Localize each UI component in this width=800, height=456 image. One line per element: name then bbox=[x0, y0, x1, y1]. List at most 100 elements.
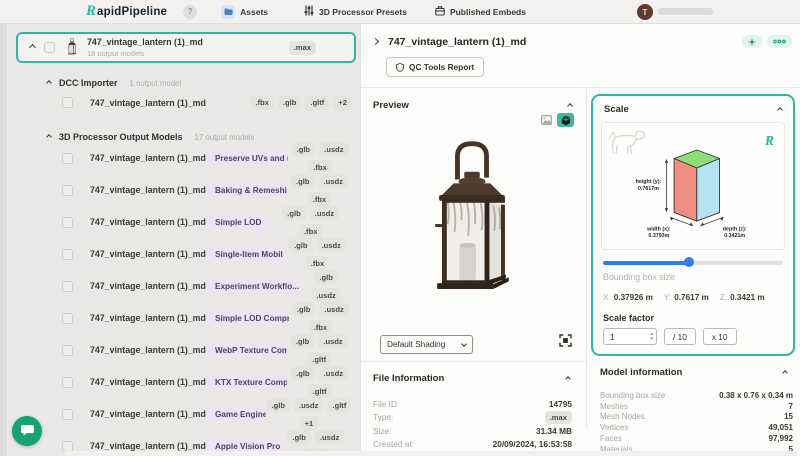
collapse-chevron-icon[interactable] bbox=[565, 375, 571, 382]
row-checkbox[interactable] bbox=[62, 344, 73, 356]
asset-row[interactable]: 747_vintage_lantern (1)_md .fbx .glb .gltf +… bbox=[0, 88, 360, 117]
collapse-chevron-icon[interactable] bbox=[567, 102, 573, 109]
asset-row[interactable]: 747_vintage_lantern (1)_md KTX Texture Co… bbox=[0, 366, 360, 398]
group-header-dcc-importer[interactable]: DCC Importer 1 output model bbox=[0, 78, 360, 88]
asset-row[interactable]: 747_vintage_lantern (1)_md Single-Item Mo… bbox=[0, 238, 360, 270]
collapse-chevron-icon[interactable] bbox=[777, 106, 783, 113]
row-checkbox[interactable] bbox=[62, 184, 73, 196]
shading-mode-select[interactable]: Default Shading bbox=[380, 335, 473, 354]
preview-label: Preview bbox=[373, 100, 409, 111]
collapse-chevron-icon[interactable] bbox=[46, 80, 52, 86]
asset-row[interactable]: 747_vintage_lantern (1)_md Simple LOD .glb… bbox=[0, 206, 360, 238]
scale-factor-input[interactable] bbox=[610, 331, 644, 342]
model-info-row: Mesh Nodes 15 bbox=[600, 412, 793, 423]
format-badge: .usdz bbox=[314, 430, 345, 444]
asset-row[interactable]: 747_vintage_lantern (1)_md Experiment Wor… bbox=[0, 270, 360, 302]
row-checkbox[interactable] bbox=[62, 216, 73, 228]
model-info-row: Faces 97,992 bbox=[600, 433, 793, 444]
collapse-chevron-icon[interactable] bbox=[46, 134, 52, 140]
format-badge: .usdz bbox=[318, 334, 348, 348]
detail-actions bbox=[742, 35, 792, 48]
nav-tab-3d-processor-presets[interactable]: 3D Processor Presets bbox=[304, 5, 407, 18]
detail-columns: Preview Default Shading File Information… bbox=[361, 88, 800, 456]
file-information-section: File Information File ID: 14795 Type: .max S… bbox=[361, 361, 586, 451]
model-info-header[interactable]: Model information bbox=[600, 367, 793, 378]
embed-icon bbox=[435, 5, 445, 18]
nav-assets-label: Assets bbox=[240, 6, 269, 17]
collapse-chevron-icon[interactable] bbox=[782, 369, 788, 376]
row-checkbox[interactable] bbox=[62, 408, 73, 420]
nav-presets-label: 3D Processor Presets bbox=[319, 6, 407, 17]
fullscreen-button[interactable] bbox=[559, 334, 572, 352]
collapse-chevron-icon[interactable] bbox=[28, 43, 37, 52]
divide-by-10-button[interactable]: / 10 bbox=[664, 328, 696, 345]
stepper-down-icon[interactable]: ▼ bbox=[650, 336, 654, 342]
workflow-tag: Preserve UVs and N... bbox=[206, 150, 289, 166]
more-options-button[interactable] bbox=[767, 35, 792, 48]
rapidpipeline-app: RapidPipeline ? Assets 3D Processor Pres… bbox=[0, 0, 800, 456]
scale-slider[interactable] bbox=[601, 257, 785, 267]
lantern-3d-preview bbox=[409, 135, 535, 319]
row-checkbox[interactable] bbox=[62, 248, 73, 260]
asset-row[interactable]: 747_vintage_lantern (1)_md Game Engine .gl… bbox=[0, 398, 360, 430]
scale-section-header[interactable]: Scale bbox=[601, 104, 785, 115]
format-badge: .fbx bbox=[250, 95, 274, 110]
nav-tab-assets[interactable]: Assets bbox=[221, 4, 269, 19]
asset-detail-panel: 747_vintage_lantern (1)_md QC Tools Repo… bbox=[360, 24, 800, 456]
help-button[interactable]: ? bbox=[183, 4, 198, 19]
asset-row[interactable]: 747_vintage_lantern (1)_md Preserve UVs a… bbox=[0, 142, 360, 174]
dcc-importer-rows: 747_vintage_lantern (1)_md .fbx .glb .gltf +… bbox=[0, 88, 360, 117]
top-navigation-bar: RapidPipeline ? Assets 3D Processor Pres… bbox=[0, 0, 800, 24]
horizontal-scrollbar[interactable] bbox=[64, 451, 798, 456]
nav-tab-published-embeds[interactable]: Published Embeds bbox=[435, 5, 526, 18]
asset-name: 747_vintage_lantern (1)_md bbox=[90, 345, 206, 355]
bounding-box-svg: R height (y): 0.7617m width (x): 0.3793m… bbox=[608, 130, 774, 239]
ai-sparkle-button[interactable] bbox=[742, 35, 762, 48]
multiply-by-10-button[interactable]: x 10 bbox=[702, 328, 737, 345]
model-info-row: Bounding box size 0.38 x 0.76 x 0.34 m bbox=[600, 390, 793, 401]
row-checkbox[interactable] bbox=[62, 312, 73, 324]
file-info-header[interactable]: File Information bbox=[373, 362, 572, 384]
asset-name: 747_vintage_lantern (1)_md bbox=[90, 313, 206, 323]
workflow-tag: WebP Texture Com... bbox=[206, 342, 287, 358]
file-info-row: Created at: 20/09/2024, 16:53:58 bbox=[373, 438, 572, 452]
asset-root-row[interactable]: 747_vintage_lantern (1)_md 18 output mod… bbox=[16, 32, 356, 63]
format-badges: .glb .usdz .fbx bbox=[289, 302, 352, 334]
3d-view-toggle-active[interactable] bbox=[557, 113, 574, 127]
asset-row[interactable]: 747_vintage_lantern (1)_md Baking & Remes… bbox=[0, 174, 360, 206]
sparkle-icon bbox=[748, 37, 756, 46]
row-checkbox[interactable] bbox=[62, 97, 73, 108]
asset-name: 747_vintage_lantern (1)_md bbox=[90, 185, 206, 195]
scale-slider-thumb[interactable] bbox=[684, 257, 695, 267]
model-info-value: 49,051 bbox=[768, 423, 793, 433]
preview-mode-toggles bbox=[541, 113, 574, 127]
user-avatar[interactable]: T bbox=[637, 4, 653, 20]
asset-name: 747_vintage_lantern (1)_md bbox=[90, 377, 206, 387]
asset-row[interactable]: 747_vintage_lantern (1)_md WebP Texture C… bbox=[0, 334, 360, 366]
row-checkbox[interactable] bbox=[62, 440, 73, 452]
chat-support-button[interactable] bbox=[12, 416, 42, 446]
image-view-icon[interactable] bbox=[541, 115, 552, 125]
preview-viewport[interactable]: Default Shading bbox=[361, 111, 586, 361]
root-row-checkbox[interactable] bbox=[44, 42, 55, 53]
row-checkbox[interactable] bbox=[62, 376, 73, 388]
preview-section-header[interactable]: Preview bbox=[361, 88, 586, 111]
stepper-arrows[interactable]: ▲ ▼ bbox=[650, 331, 654, 342]
asset-row[interactable]: 747_vintage_lantern (1)_md Simple LOD Com… bbox=[0, 302, 360, 334]
format-badge: .glb bbox=[314, 270, 338, 284]
row-checkbox[interactable] bbox=[62, 152, 73, 164]
workflow-tag: Experiment Workflo... bbox=[206, 278, 301, 294]
nav-embeds-label: Published Embeds bbox=[449, 6, 526, 17]
qc-tools-report-button[interactable]: QC Tools Report bbox=[386, 57, 485, 77]
format-badge: .usdz bbox=[319, 142, 349, 156]
format-badges: .glb .usdz .fbx bbox=[269, 206, 352, 238]
more-formats-badge: +2 bbox=[333, 95, 352, 110]
row-checkbox[interactable] bbox=[62, 280, 73, 292]
workflow-tag: Simple LOD bbox=[206, 214, 270, 230]
vertical-scrollbar[interactable] bbox=[0, 24, 7, 456]
model-info-value: 15 bbox=[784, 412, 793, 422]
group-header-3d-processor-output[interactable]: 3D Processor Output Models 17 output mod… bbox=[0, 132, 360, 142]
expand-chevron-icon[interactable] bbox=[371, 37, 380, 46]
format-badge: .usdz bbox=[319, 302, 349, 316]
rapidpipeline-logo[interactable]: RapidPipeline bbox=[86, 3, 167, 20]
